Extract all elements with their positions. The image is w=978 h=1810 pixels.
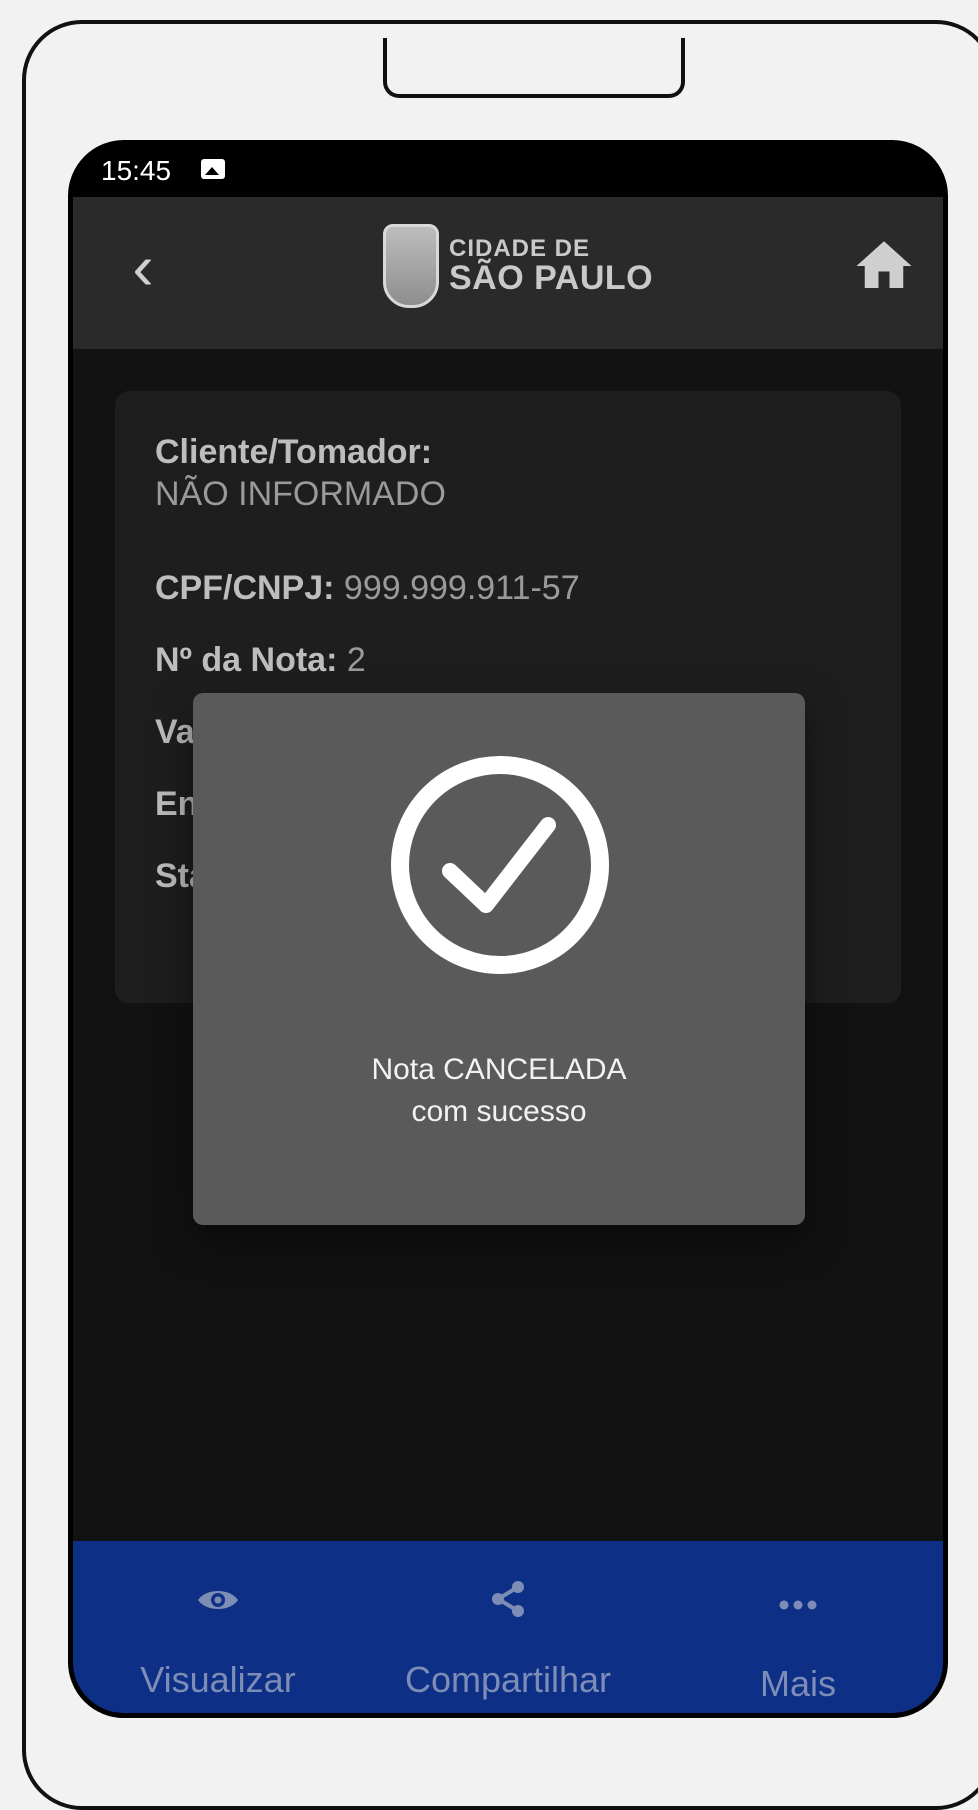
success-message: Nota CANCELADA com sucesso — [193, 1049, 805, 1133]
nav-mais[interactable]: Mais — [653, 1541, 943, 1713]
emissao-label: En — [155, 785, 199, 823]
nav-label-visualizar: Visualizar — [140, 1659, 296, 1700]
nota-field: Nº da Nota: 2 — [155, 641, 366, 680]
eye-icon — [198, 1591, 238, 1609]
more-icon — [779, 1600, 817, 1610]
nav-label-mais: Mais — [759, 1663, 836, 1704]
home-icon[interactable] — [851, 233, 917, 299]
success-dialog: Nota CANCELADA com sucesso — [193, 693, 805, 1225]
phone-screen: 15:45 ‹ CIDADE DE SÃO PAULO Cliente/Toma… — [68, 140, 948, 1718]
back-arrow-icon[interactable]: ‹ — [113, 235, 173, 299]
status-bar: 15:45 — [73, 145, 943, 197]
success-message-line-1: Nota CANCELADA — [371, 1053, 627, 1086]
cpf-label: CPF/CNPJ: — [155, 569, 335, 607]
success-message-line-2: com sucesso — [411, 1095, 587, 1128]
cidade-sao-paulo-logo: CIDADE DE SÃO PAULO — [383, 221, 653, 311]
cliente-label: Cliente/Tomador: — [155, 433, 433, 471]
cpf-value: 999.999.911-57 — [343, 569, 580, 607]
emissao-field: En — [155, 785, 198, 824]
nota-value: 2 — [346, 641, 366, 679]
valor-field: Va — [155, 713, 195, 752]
image-notification-icon — [201, 159, 225, 179]
cliente-value: NÃO INFORMADO — [155, 475, 446, 513]
nav-compartilhar[interactable]: Compartilhar — [363, 1541, 653, 1713]
valor-label: Va — [155, 713, 195, 751]
phone-speaker — [383, 38, 685, 98]
nav-visualizar[interactable]: Visualizar — [73, 1541, 363, 1713]
nav-label-compartilhar: Compartilhar — [404, 1659, 612, 1700]
app-bar: ‹ CIDADE DE SÃO PAULO — [73, 197, 943, 349]
check-circle-icon — [391, 756, 609, 974]
share-icon — [492, 1581, 524, 1617]
status-time: 15:45 — [101, 155, 172, 186]
bottom-navigation: Visualizar Compartilhar Mais — [73, 1541, 943, 1713]
cliente-field: Cliente/Tomador: — [155, 433, 432, 472]
city-crest-icon — [383, 224, 439, 308]
cpf-field: CPF/CNPJ: 999.999.911-57 — [155, 569, 580, 608]
cliente-value-row: NÃO INFORMADO — [155, 475, 446, 514]
nota-label: Nº da Nota: — [155, 641, 338, 679]
logo-line-1: CIDADE DE — [449, 235, 591, 262]
logo-line-2: SÃO PAULO — [449, 259, 654, 297]
